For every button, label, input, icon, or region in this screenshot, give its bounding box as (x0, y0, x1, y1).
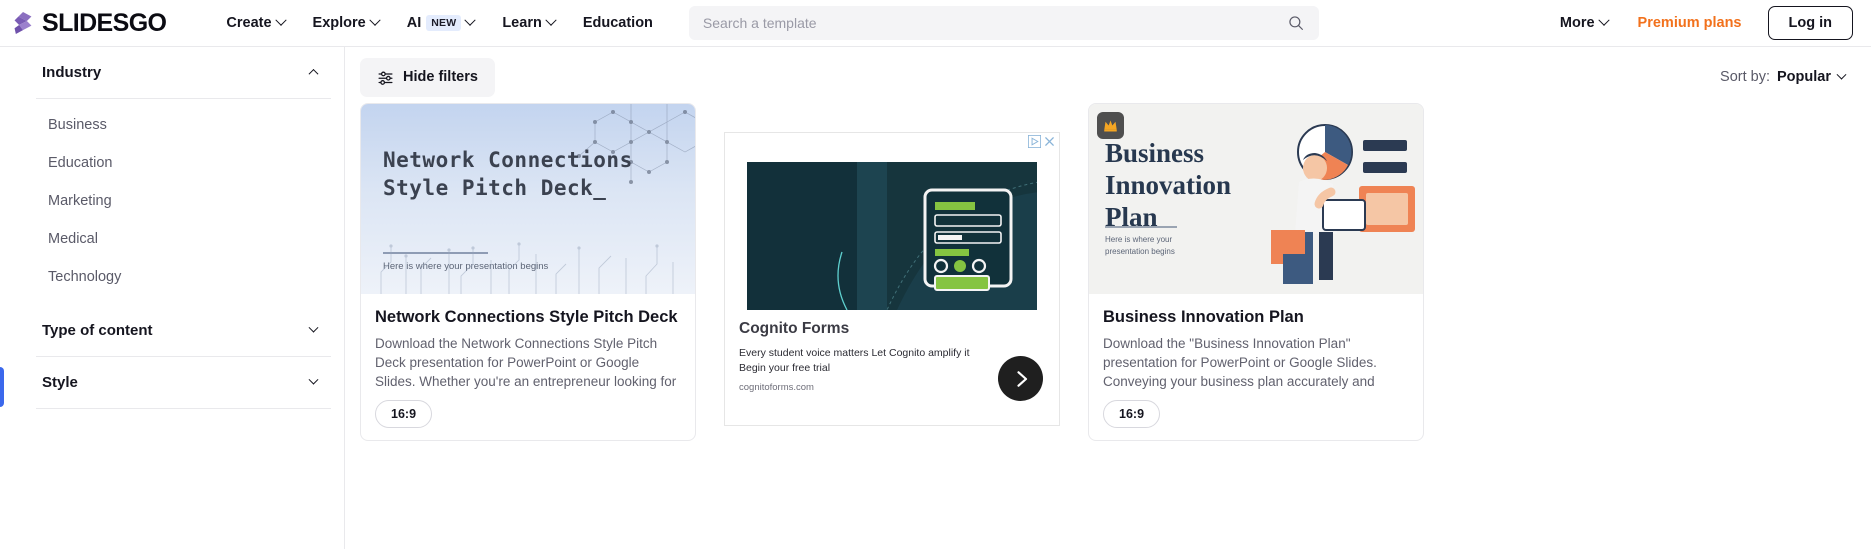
template-card[interactable]: Network Connections Style Pitch Deck_ He… (360, 103, 696, 441)
ad-controls (1026, 134, 1058, 149)
sort-label: Sort by: (1720, 69, 1771, 85)
filter-title: Style (42, 374, 78, 391)
advertisement-card[interactable]: Cognito Forms Every student voice matter… (724, 132, 1060, 426)
filter-header-industry[interactable]: Industry (22, 47, 331, 98)
thumbnail-title: Business Innovation Plan (1105, 138, 1232, 232)
thumbnail-subtitle: Here is where your presentation begins (1105, 235, 1175, 256)
filter-group-industry: Industry Business Education Marketing Me… (0, 47, 331, 305)
filter-option-marketing[interactable]: Marketing (36, 182, 331, 220)
filter-title: Industry (42, 64, 102, 81)
site-header: SLIDESGO Create Explore AI NEW Learn Edu… (0, 0, 1871, 47)
crown-icon (1104, 120, 1117, 132)
results-toolbar: Hide filters Sort by: Popular (345, 47, 1871, 103)
nav-label: Learn (502, 15, 542, 31)
filter-title: Type of content (42, 322, 153, 339)
template-thumbnail[interactable]: Network Connections Style Pitch Deck_ He… (361, 104, 695, 294)
sort-dropdown[interactable]: Sort by: Popular (1720, 69, 1849, 85)
filter-group-type-of-content: Type of content (0, 305, 331, 357)
adchoices-icon[interactable] (1028, 135, 1041, 148)
sliders-icon (378, 71, 393, 85)
chevron-down-icon (308, 374, 319, 385)
ad-illustration-icon (747, 162, 1037, 310)
chevron-down-icon (1597, 14, 1610, 26)
template-thumbnail[interactable]: Business Innovation Plan Here is where y… (1089, 104, 1423, 294)
more-label: More (1559, 15, 1595, 31)
slidesgo-logo-icon (14, 11, 32, 35)
card-body: Network Connections Style Pitch Deck Dow… (361, 294, 695, 440)
header-actions: More Premium plans Log in (1546, 6, 1853, 40)
chevron-down-icon (369, 14, 381, 26)
hide-filters-label: Hide filters (403, 69, 478, 85)
nav-item-create[interactable]: Create (212, 9, 298, 37)
new-badge: NEW (426, 15, 462, 31)
slidesgo-logo[interactable]: SLIDESGO (8, 8, 167, 38)
chevron-right-icon (1016, 370, 1027, 387)
filter-option-technology[interactable]: Technology (36, 258, 331, 296)
main-navigation: Create Explore AI NEW Learn Education (212, 9, 667, 37)
divider (36, 408, 331, 409)
chevron-down-icon (274, 14, 287, 26)
business-illustration-icon (1271, 124, 1415, 284)
login-button[interactable]: Log in (1767, 6, 1853, 40)
filter-group-style: Style (0, 357, 331, 409)
hide-filters-button[interactable]: Hide filters (360, 57, 495, 97)
filters-sidebar: Industry Business Education Marketing Me… (0, 47, 345, 549)
nav-label: AI (406, 15, 422, 31)
nav-item-learn[interactable]: Learn (488, 9, 569, 37)
circuit-pattern-icon (380, 242, 674, 294)
nav-item-ai[interactable]: AI NEW (393, 9, 489, 37)
nav-label: Explore (312, 15, 366, 31)
feedback-side-tab[interactable] (0, 367, 4, 407)
ad-next-button[interactable] (998, 356, 1043, 401)
results-main: Hide filters Sort by: Popular Network Co… (345, 47, 1871, 549)
card-body: Business Innovation Plan Download the "B… (1089, 294, 1423, 440)
chevron-up-icon (308, 68, 319, 79)
card-title[interactable]: Business Innovation Plan (1103, 308, 1409, 327)
nav-label: Education (582, 15, 653, 31)
aspect-ratio-badge: 16:9 (1103, 400, 1161, 428)
chevron-down-icon (545, 14, 557, 26)
card-title[interactable]: Network Connections Style Pitch Deck (375, 308, 681, 327)
chevron-down-icon (308, 322, 319, 333)
nav-item-more[interactable]: More (1546, 9, 1622, 37)
aspect-ratio-badge: 16:9 (375, 400, 433, 428)
ad-image[interactable] (747, 162, 1037, 310)
chevron-down-icon (1836, 69, 1847, 80)
nav-item-explore[interactable]: Explore (299, 9, 393, 37)
logo-text: SLIDESGO (42, 8, 167, 37)
template-grid: Network Connections Style Pitch Deck_ He… (345, 103, 1871, 441)
sort-value: Popular (1777, 69, 1831, 85)
template-card[interactable]: Business Innovation Plan Here is where y… (1088, 103, 1424, 441)
filter-option-medical[interactable]: Medical (36, 220, 331, 258)
page-body: Industry Business Education Marketing Me… (0, 47, 1871, 549)
thumbnail-title: Network Connections Style Pitch Deck_ (383, 148, 633, 201)
search-input[interactable] (702, 15, 1287, 31)
premium-plans-link[interactable]: Premium plans (1626, 9, 1754, 37)
thumbnail-rule (1105, 226, 1177, 228)
ad-title[interactable]: Cognito Forms (725, 310, 1059, 338)
filter-option-business[interactable]: Business (36, 106, 331, 144)
nav-item-education[interactable]: Education (569, 9, 667, 37)
filter-option-education[interactable]: Education (36, 144, 331, 182)
search-icon[interactable] (1287, 14, 1305, 32)
card-description: Download the Network Connections Style P… (375, 336, 677, 390)
card-description: Download the "Business Innovation Plan" … (1103, 336, 1377, 390)
premium-badge (1097, 112, 1124, 139)
filter-header-type-of-content[interactable]: Type of content (22, 305, 331, 356)
filter-options-industry: Business Education Marketing Medical Tec… (36, 99, 331, 305)
search-bar[interactable] (688, 6, 1319, 40)
filter-header-style[interactable]: Style (22, 357, 331, 408)
close-icon[interactable] (1043, 135, 1056, 148)
nav-label: Create (226, 15, 272, 31)
chevron-down-icon (464, 14, 476, 26)
